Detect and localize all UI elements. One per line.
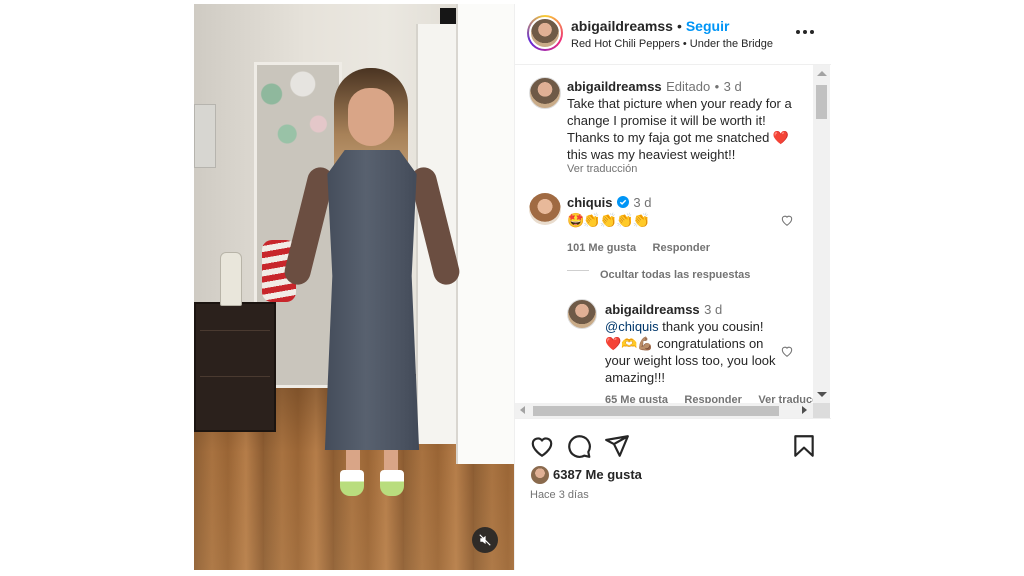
action-bar: 6387 Me gusta Hace 3 días (515, 418, 831, 571)
share-icon[interactable] (604, 433, 630, 459)
scroll-thumb-vertical[interactable] (816, 85, 827, 119)
comment-avatar[interactable] (529, 193, 561, 225)
post-header: abigaildreamss • Seguir Red Hot Chili Pepp… (515, 4, 831, 65)
post-modal: abigaildreamss • Seguir Red Hot Chili Pepp… (194, 4, 831, 570)
save-icon[interactable] (791, 433, 817, 459)
caption-body: abigaildreamss Editado • 3 d Take that p… (567, 78, 805, 175)
author-avatar (529, 17, 561, 49)
photo-sock-right (380, 470, 404, 496)
music-label[interactable]: Red Hot Chili Peppers • Under the Bridge (571, 38, 773, 50)
separator-dot: • (676, 18, 682, 34)
scroll-thumb-horizontal[interactable] (533, 406, 779, 416)
reply-actions: 65 Me gusta Responder Ver traducción (605, 390, 815, 403)
comment-username[interactable]: chiquis (567, 195, 613, 210)
mute-button[interactable] (472, 527, 498, 553)
photo-bottle (220, 252, 242, 306)
caption-avatar[interactable] (529, 77, 561, 109)
reply-mention[interactable]: @chiquis (605, 319, 659, 334)
photo-face (348, 88, 394, 146)
photo-sock-left (340, 470, 364, 496)
author-username[interactable]: abigaildreamss (571, 18, 673, 34)
comment-likes[interactable]: 101 Me gusta (567, 242, 636, 254)
reply-likes[interactable]: 65 Me gusta (605, 394, 668, 403)
caption-text: Take that picture when your ready for a … (567, 96, 792, 162)
reply-text: @chiquis thank you cousin! ❤️🫶💪🏽 congratu… (605, 318, 790, 386)
photo-door-right (456, 4, 514, 464)
more-icon (796, 30, 814, 34)
reply-text-line1: thank you cousin! (658, 319, 764, 334)
follow-button[interactable]: Seguir (686, 18, 730, 34)
reply-username[interactable]: abigaildreamss (605, 302, 700, 317)
reply-reply-link[interactable]: Responder (684, 394, 741, 403)
post-media[interactable] (194, 4, 514, 570)
caption-edited: Editado (666, 79, 711, 94)
photo-dress (324, 150, 420, 450)
author-line: abigaildreamss • Seguir (571, 18, 729, 34)
caption-avatar-image (529, 77, 561, 109)
comment-actions: 101 Me gusta Responder (567, 238, 710, 256)
reply-time: 3 d (704, 302, 723, 317)
reply-avatar[interactable] (567, 299, 599, 331)
scroll-down-arrow[interactable] (817, 392, 827, 397)
replies-divider (567, 270, 589, 271)
more-options-button[interactable] (795, 24, 815, 40)
photo-dresser (194, 302, 276, 432)
comment-avatar-image (529, 193, 561, 225)
comments-horizontal-scrollbar[interactable] (515, 403, 813, 418)
mute-icon (479, 534, 491, 546)
comment-text: 🤩👏👏👏👏 (567, 212, 650, 228)
caption-username[interactable]: abigaildreamss (567, 79, 662, 94)
author-avatar-ring[interactable] (527, 15, 563, 51)
reply-like-heart-icon[interactable] (780, 344, 794, 358)
reply-body: abigaildreamss 3 d @chiquis thank you co… (605, 301, 815, 403)
post-date: Hace 3 días (530, 489, 589, 501)
post-sidebar: abigaildreamss • Seguir Red Hot Chili Pepp… (514, 4, 831, 570)
caption-translate-link[interactable]: Ver traducción (567, 163, 805, 175)
comment-icon[interactable] (566, 433, 592, 459)
verified-icon (616, 196, 629, 208)
caption-time: 3 d (723, 79, 742, 94)
scroll-up-arrow[interactable] (817, 71, 827, 76)
reply-text-rest: ❤️🫶💪🏽 congratulations on your weight los… (605, 336, 776, 385)
reply-translate-link[interactable]: Ver traducción (758, 394, 815, 403)
comments-list[interactable]: abigaildreamss Editado • 3 d Take that p… (515, 65, 815, 403)
comment-like-heart-icon[interactable] (780, 213, 794, 227)
like-heart-icon[interactable] (529, 433, 555, 459)
like-count[interactable]: 6387 Me gusta (553, 467, 642, 482)
likes-avatar[interactable] (530, 465, 550, 485)
scrollbar-corner (813, 403, 830, 418)
scroll-right-arrow[interactable] (802, 406, 807, 414)
comment-reply-link[interactable]: Responder (653, 242, 710, 254)
reply-avatar-image (567, 299, 597, 329)
comments-vertical-scrollbar[interactable] (813, 65, 830, 403)
photo-person (281, 66, 463, 506)
photo-ac-unit (194, 104, 216, 168)
caption-dot: • (714, 79, 720, 94)
comment-header: chiquis 3 d (567, 194, 652, 212)
scroll-left-arrow[interactable] (520, 406, 525, 414)
comment-time: 3 d (633, 195, 652, 210)
hide-replies-link[interactable]: Ocultar todas las respuestas (600, 269, 750, 281)
